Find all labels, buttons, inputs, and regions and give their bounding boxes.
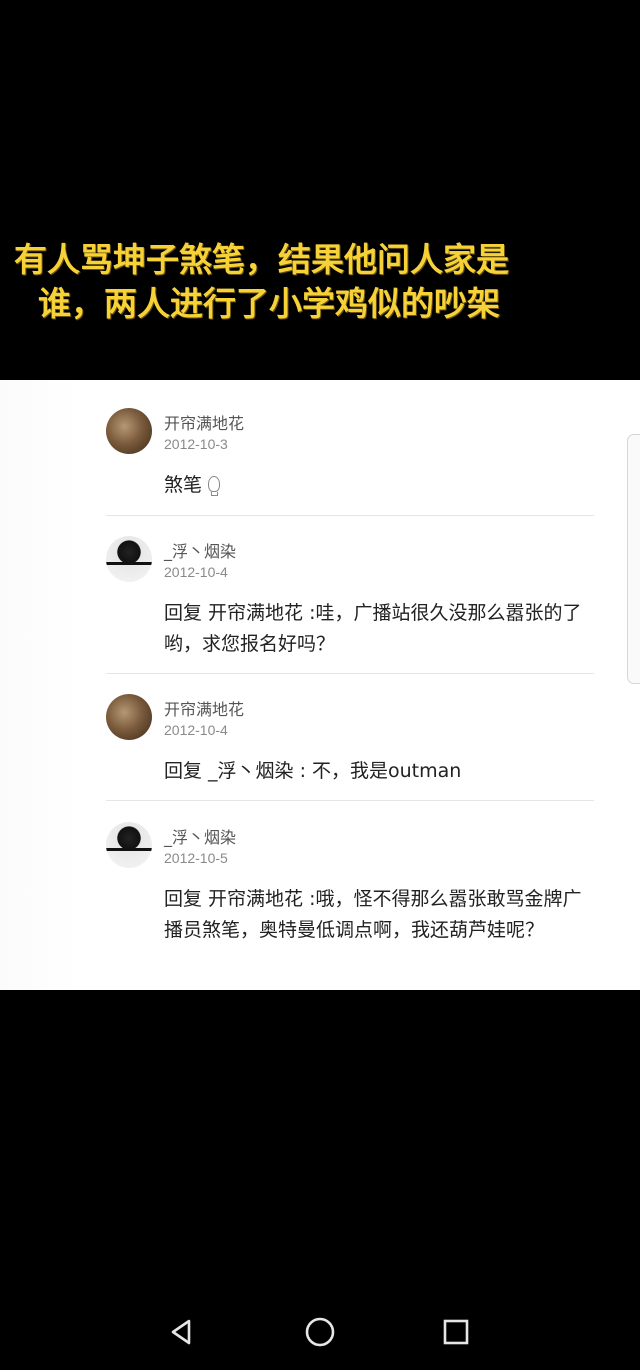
comment-username[interactable]: _浮丶烟染 <box>164 824 236 848</box>
video-caption: 有人骂坤子煞笔，结果他问人家是 谁，两人进行了小学鸡似的吵架 <box>14 238 626 326</box>
comment-text: 煞笔 <box>164 470 596 501</box>
comment-screenshot: 开帘满地花 2012-10-3 煞笔 _浮丶烟染 2012-10-4 回复 开帘… <box>0 380 640 990</box>
comment-divider <box>106 800 594 801</box>
avatar[interactable] <box>106 822 152 868</box>
avatar[interactable] <box>106 694 152 740</box>
caption-line-2: 谁，两人进行了小学鸡似的吵架 <box>38 284 500 323</box>
triangle-back-icon[interactable] <box>164 1314 200 1350</box>
comment-divider <box>106 515 594 516</box>
comment-text-content: 煞笔 <box>164 474 203 496</box>
lightbulb-icon <box>208 476 221 496</box>
comment-text: 回复 开帘满地花 :哇，广播站很久没那么嚣张的了哟，求您报名好吗？ <box>164 602 582 655</box>
avatar[interactable] <box>106 408 152 454</box>
scrollbar[interactable] <box>627 434 640 684</box>
comment-username[interactable]: _浮丶烟染 <box>164 538 236 562</box>
comment-date: 2012-10-4 <box>164 722 228 738</box>
comment-date: 2012-10-4 <box>164 564 228 580</box>
comment-text: 回复 开帘满地花 :哦，怪不得那么嚣张敢骂金牌广播员煞笔，奥特曼低调点啊，我还葫… <box>164 888 582 941</box>
comment-username[interactable]: 开帘满地花 <box>164 410 244 434</box>
comment-username[interactable]: 开帘满地花 <box>164 696 244 720</box>
caption-line-1: 有人骂坤子煞笔，结果他问人家是 <box>14 240 509 279</box>
comment-text: 回复 _浮丶烟染 : 不，我是outman <box>164 760 462 782</box>
comment-date: 2012-10-3 <box>164 436 228 452</box>
screenshot-edge <box>0 380 80 990</box>
square-recents-icon[interactable] <box>438 1314 474 1350</box>
system-navigation-bar <box>0 1296 640 1370</box>
comment-divider <box>106 673 594 674</box>
circle-home-icon[interactable] <box>302 1314 338 1350</box>
avatar[interactable] <box>106 536 152 582</box>
comment-date: 2012-10-5 <box>164 850 228 866</box>
